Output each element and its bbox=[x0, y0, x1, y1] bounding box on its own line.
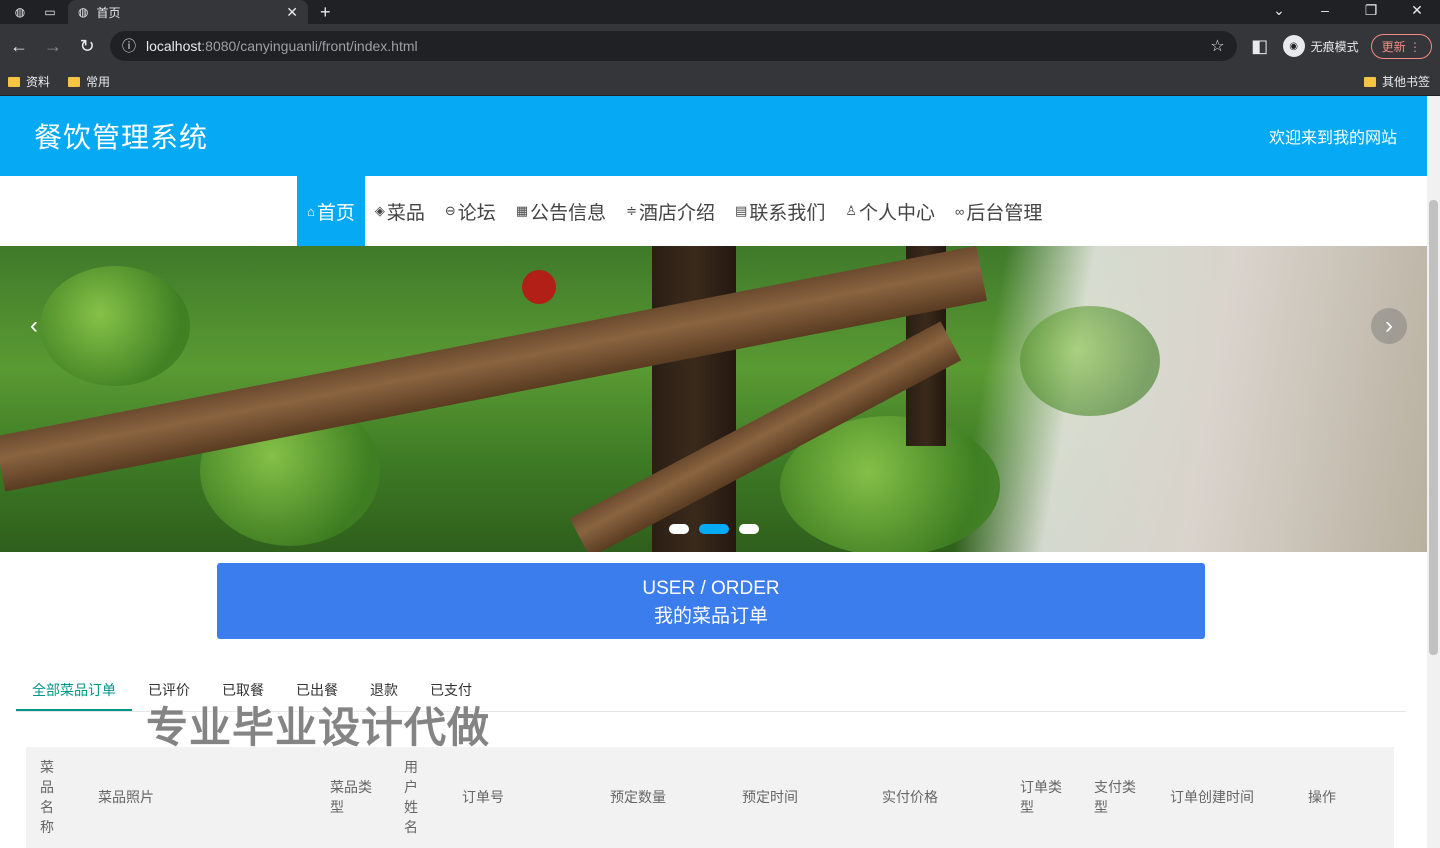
menu-item-5[interactable]: ▤ 联系我们 bbox=[725, 176, 835, 246]
url-input[interactable]: ⓘ localhost:8080/canyinguanli/front/inde… bbox=[110, 31, 1237, 61]
url-host: localhost bbox=[146, 38, 202, 54]
scrollbar-thumb[interactable] bbox=[1429, 200, 1438, 655]
menu-item-label: 公告信息 bbox=[530, 202, 607, 224]
menu-item-6[interactable]: ♙ 个人中心 bbox=[835, 176, 945, 246]
address-bar: ← → ↻ ⓘ localhost:8080/canyinguanli/fron… bbox=[0, 24, 1440, 68]
table-column-header: 菜品名称 bbox=[40, 759, 54, 835]
menu-item-label: 首页 bbox=[316, 202, 355, 224]
table-column-header: 菜品类型 bbox=[330, 779, 372, 815]
browser-tabbar: ◍ ▭ ◍ 首页 ✕ + ⌄ – ❐ ✕ bbox=[0, 0, 1440, 24]
page-scrollbar[interactable] bbox=[1427, 96, 1440, 848]
watermark: 专业毕业设计代做 bbox=[146, 704, 491, 751]
update-button[interactable]: 更新 ⋮ bbox=[1370, 33, 1432, 59]
document-icon: ▤ bbox=[735, 203, 748, 218]
carousel-prev-button[interactable]: ‹ bbox=[16, 308, 52, 344]
bookmark-folder[interactable]: 常用 bbox=[68, 73, 110, 90]
menu-item-2[interactable]: ⊖ 论坛 bbox=[435, 176, 506, 246]
globe-icon: ◍ bbox=[78, 5, 89, 19]
table-column-header: 预定数量 bbox=[610, 789, 666, 805]
user-icon: ♙ bbox=[845, 203, 858, 218]
menu-item-1[interactable]: ◈ 菜品 bbox=[365, 176, 435, 246]
bookmarks-bar: 资料 常用 其他书签 bbox=[0, 68, 1440, 96]
table-column-header: 订单类型 bbox=[1020, 779, 1062, 815]
carousel-dot-active[interactable] bbox=[699, 524, 729, 534]
sidepanel-icon[interactable]: ◧ bbox=[1249, 36, 1271, 57]
table-column-header: 预定时间 bbox=[742, 789, 798, 805]
layers-icon: ◈ bbox=[374, 203, 385, 218]
banner-subtitle: USER / ORDER bbox=[642, 578, 780, 599]
table-column-header: 用户姓名 bbox=[404, 759, 418, 835]
table-column-header: 实付价格 bbox=[882, 789, 938, 805]
carousel-dot[interactable] bbox=[669, 524, 689, 534]
chevron-down-icon[interactable]: ⌄ bbox=[1256, 0, 1302, 24]
foliage bbox=[1020, 306, 1160, 416]
order-table-header: 菜品名称 菜品照片 菜品类型 用户姓名 订单号 预定数量 预定时间 实付价格 订单类型 支付类型 订… bbox=[26, 747, 1394, 848]
menu-item-label: 酒店介绍 bbox=[639, 202, 716, 224]
carousel-indicators bbox=[669, 524, 759, 534]
menu-item-4[interactable]: ≑ 酒店介绍 bbox=[616, 176, 725, 246]
table-column-header: 支付类型 bbox=[1094, 779, 1136, 815]
back-icon[interactable]: ← bbox=[8, 36, 30, 57]
table-column-header: 操作 bbox=[1308, 789, 1336, 805]
menu-item-3[interactable]: ▦ 公告信息 bbox=[506, 176, 616, 246]
cursor-indicator bbox=[522, 270, 556, 304]
forward-icon[interactable]: → bbox=[42, 36, 64, 57]
globe-icon: ◍ bbox=[14, 5, 26, 19]
incognito-profile[interactable]: ◉ 无痕模式 bbox=[1282, 35, 1359, 57]
info-icon[interactable]: ⓘ bbox=[122, 36, 136, 56]
foliage bbox=[40, 266, 190, 386]
sliders-icon: ≑ bbox=[626, 203, 638, 218]
table-column-header: 订单创建时间 bbox=[1170, 789, 1254, 805]
reload-icon[interactable]: ↻ bbox=[76, 36, 98, 57]
close-tab-icon[interactable]: ✕ bbox=[286, 4, 298, 21]
menu-item-label: 论坛 bbox=[457, 202, 496, 224]
window-icon[interactable]: ▭ bbox=[40, 2, 60, 22]
menu-item-label: 菜品 bbox=[386, 202, 425, 224]
incognito-icon: ◉ bbox=[1282, 35, 1305, 57]
bookmark-star-icon[interactable]: ☆ bbox=[1210, 36, 1224, 56]
folder-icon bbox=[68, 76, 81, 87]
menu-item-label: 联系我们 bbox=[749, 202, 826, 224]
carousel-dot[interactable] bbox=[739, 524, 759, 534]
window-controls: ⌄ – ❐ ✕ bbox=[1256, 0, 1440, 24]
page-content: 餐饮管理系统 欢迎来到我的网站 ⌂ 首页 ◈ 菜品 ⊖ 论坛 ▦ 公告信息 ≑ 酒店介绍 ▤ 联系我们… bbox=[0, 96, 1440, 848]
browser-tab[interactable]: ◍ 首页 ✕ bbox=[68, 0, 308, 24]
forum-icon: ⊖ bbox=[444, 203, 456, 218]
order-banner: USER / ORDER 我的菜品订单 bbox=[217, 563, 1205, 639]
bookmark-folder[interactable]: 资料 bbox=[8, 73, 50, 90]
folder-icon bbox=[1363, 76, 1376, 87]
menu-item-7[interactable]: ∞ 后台管理 bbox=[945, 176, 1052, 246]
other-bookmarks[interactable]: 其他书签 bbox=[1363, 73, 1430, 90]
tab-title: 首页 bbox=[96, 5, 121, 20]
close-icon[interactable]: ✕ bbox=[1394, 0, 1440, 24]
carousel-next-button[interactable]: › bbox=[1371, 308, 1407, 344]
site-header: 餐饮管理系统 欢迎来到我的网站 bbox=[0, 96, 1427, 176]
welcome-text: 欢迎来到我的网站 bbox=[1268, 130, 1397, 147]
restore-icon[interactable]: ❐ bbox=[1348, 0, 1394, 24]
grid-icon: ▦ bbox=[515, 203, 529, 218]
table-column-header: 菜品照片 bbox=[98, 789, 154, 805]
carousel: ‹ › bbox=[0, 246, 1427, 552]
menu-item-0[interactable]: ⌂ 首页 bbox=[297, 176, 365, 246]
folder-icon bbox=[8, 76, 20, 87]
home-icon: ⌂ bbox=[307, 203, 315, 219]
table-column-header: 订单号 bbox=[462, 789, 504, 805]
menu-item-label: 个人中心 bbox=[859, 202, 936, 224]
order-tab-0[interactable]: 全部菜品订单 bbox=[16, 674, 132, 711]
banner-title: 我的菜品订单 bbox=[653, 606, 768, 627]
profile-label: 无痕模式 bbox=[1310, 39, 1359, 54]
minimize-icon[interactable]: – bbox=[1302, 0, 1348, 24]
url-path: :8080/canyinguanli/front/index.html bbox=[201, 38, 418, 54]
menu-item-label: 后台管理 bbox=[966, 202, 1043, 224]
link-icon: ∞ bbox=[955, 203, 965, 219]
site-title: 餐饮管理系统 bbox=[34, 122, 209, 153]
main-menu: ⌂ 首页 ◈ 菜品 ⊖ 论坛 ▦ 公告信息 ≑ 酒店介绍 ▤ 联系我们 ♙ 个人中心 ∞ 后台管理 bbox=[0, 176, 1427, 246]
new-tab-icon[interactable]: + bbox=[320, 2, 331, 23]
